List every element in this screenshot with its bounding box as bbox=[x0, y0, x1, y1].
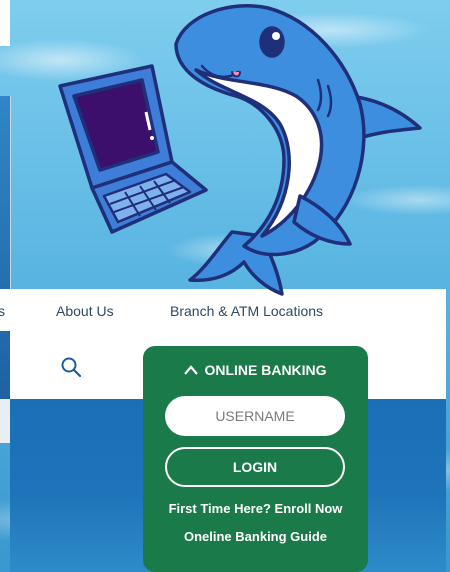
website-edge-left bbox=[0, 399, 10, 443]
username-input[interactable] bbox=[165, 396, 345, 436]
online-banking-header[interactable]: ONLINE BANKING bbox=[143, 362, 368, 378]
online-banking-guide-link[interactable]: Oneline Banking Guide bbox=[143, 529, 368, 544]
shark-laptop-illustration bbox=[58, 4, 422, 296]
nav-item-branch-atm-locations[interactable]: Branch & ATM Locations bbox=[170, 303, 323, 319]
enroll-link[interactable]: First Time Here? Enroll Now bbox=[143, 501, 368, 516]
search-icon[interactable] bbox=[60, 356, 82, 378]
login-button[interactable]: LOGIN bbox=[165, 447, 345, 487]
nav-item-about-us[interactable]: About Us bbox=[56, 303, 114, 319]
online-banking-title: ONLINE BANKING bbox=[204, 362, 327, 378]
nav-item-truncated[interactable]: s bbox=[0, 303, 5, 319]
shark-icon bbox=[174, 4, 422, 296]
chevron-up-icon bbox=[184, 362, 199, 378]
laptop-icon bbox=[58, 64, 208, 234]
online-banking-card: ONLINE BANKING LOGIN First Time Here? En… bbox=[143, 346, 368, 572]
